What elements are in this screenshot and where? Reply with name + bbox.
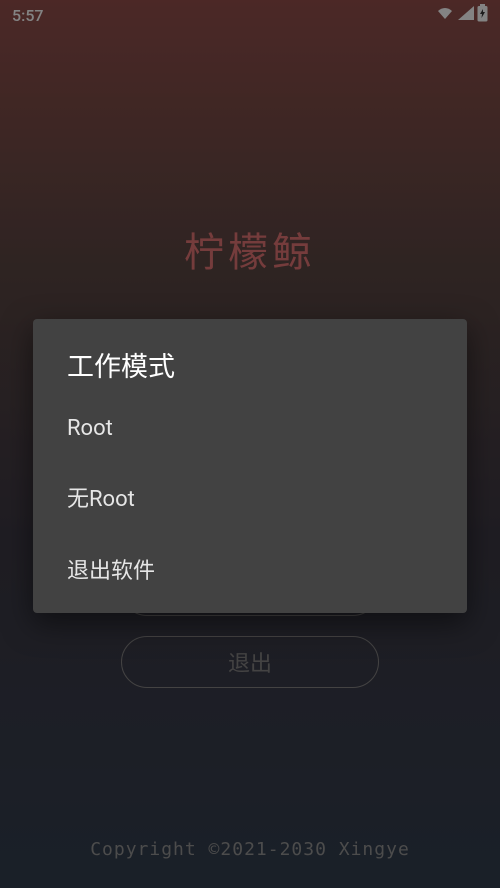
dialog-title: 工作模式: [33, 319, 467, 396]
dialog-item-noroot[interactable]: 无Root: [33, 461, 467, 533]
dialog-item-root[interactable]: Root: [33, 396, 467, 461]
dialog-item-quit[interactable]: 退出软件: [33, 533, 467, 605]
dialog-item-label: 退出软件: [67, 559, 155, 584]
dialog-item-label: Root: [67, 416, 113, 441]
screen: 柠檬鲸 地铁跑酷多功能辅助 后退 退出 Copyright ©2021-2030…: [0, 0, 500, 888]
dialog-item-label: 无Root: [67, 487, 135, 512]
mode-dialog: 工作模式 Root 无Root 退出软件: [33, 319, 467, 613]
